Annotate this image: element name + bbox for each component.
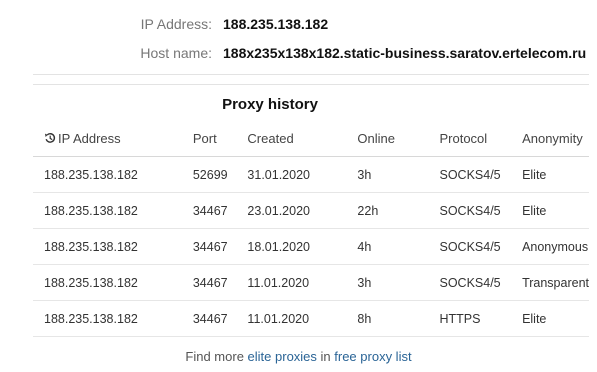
column-header-port: Port xyxy=(192,121,248,157)
column-header-ip-label: IP Address xyxy=(58,131,121,146)
column-header-ip[interactable]: IP Address xyxy=(33,121,193,157)
proxy-history-table: IP Address Port Created Online Protocol … xyxy=(33,121,589,337)
cell-ip: 188.235.138.182 xyxy=(33,300,193,337)
cell-port: 34467 xyxy=(192,300,248,337)
column-header-created: Created xyxy=(247,121,358,157)
table-row: 188.235.138.182 34467 11.01.2020 3h SOCK… xyxy=(33,264,589,301)
cell-port: 34467 xyxy=(192,192,248,229)
cell-protocol: SOCKS4/5 xyxy=(439,156,523,193)
cell-anonymity: Elite xyxy=(522,192,589,229)
cell-ip: 188.235.138.182 xyxy=(33,156,193,193)
cell-created: 11.01.2020 xyxy=(247,264,358,301)
cell-anonymity: Elite xyxy=(522,156,589,193)
free-proxy-list-link[interactable]: free proxy list xyxy=(334,349,411,364)
cell-ip: 188.235.138.182 xyxy=(33,264,193,301)
table-header-row: IP Address Port Created Online Protocol … xyxy=(33,121,589,157)
divider-top xyxy=(33,74,589,75)
cell-anonymity: Transparent xyxy=(522,264,589,301)
cell-protocol: SOCKS4/5 xyxy=(439,228,523,265)
history-icon xyxy=(45,133,56,143)
divider-bottom xyxy=(33,84,589,85)
cell-port: 52699 xyxy=(192,156,248,193)
cell-protocol: HTTPS xyxy=(439,300,523,337)
table-row: 188.235.138.182 52699 31.01.2020 3h SOCK… xyxy=(33,156,589,193)
elite-proxies-link[interactable]: elite proxies xyxy=(248,349,317,364)
cell-online: 3h xyxy=(357,264,440,301)
cell-port: 34467 xyxy=(192,264,248,301)
ip-address-value: 188.235.138.182 xyxy=(223,16,329,32)
cell-online: 8h xyxy=(357,300,440,337)
column-header-anonymity: Anonymity xyxy=(522,121,589,157)
cell-created: 23.01.2020 xyxy=(247,192,358,229)
cell-protocol: SOCKS4/5 xyxy=(439,192,523,229)
table-row: 188.235.138.182 34467 23.01.2020 22h SOC… xyxy=(33,192,589,229)
host-name-value: 188x235x138x182.static-business.saratov.… xyxy=(223,45,587,61)
footer-text: Find more elite proxies in free proxy li… xyxy=(0,349,597,364)
cell-ip: 188.235.138.182 xyxy=(33,228,193,265)
proxy-history-title: Proxy history xyxy=(222,96,318,113)
cell-created: 11.01.2020 xyxy=(247,300,358,337)
ip-address-row: IP Address: 188.235.138.182 xyxy=(0,16,597,36)
table-row: 188.235.138.182 34467 11.01.2020 8h HTTP… xyxy=(33,300,589,337)
column-header-protocol: Protocol xyxy=(439,121,523,157)
cell-created: 18.01.2020 xyxy=(247,228,358,265)
host-name-row: Host name: 188x235x138x182.static-busine… xyxy=(0,45,597,65)
ip-address-label: IP Address: xyxy=(140,16,212,32)
cell-online: 22h xyxy=(357,192,440,229)
cell-ip: 188.235.138.182 xyxy=(33,192,193,229)
cell-online: 4h xyxy=(357,228,440,265)
cell-anonymity: Anonymous xyxy=(522,228,589,265)
cell-created: 31.01.2020 xyxy=(247,156,358,193)
footer-prefix: Find more xyxy=(185,349,248,364)
footer-middle: in xyxy=(316,349,335,364)
column-header-online: Online xyxy=(357,121,440,157)
cell-port: 34467 xyxy=(192,228,248,265)
cell-anonymity: Elite xyxy=(522,300,589,337)
host-name-label: Host name: xyxy=(140,45,212,61)
table-row: 188.235.138.182 34467 18.01.2020 4h SOCK… xyxy=(33,228,589,265)
cell-online: 3h xyxy=(357,156,440,193)
cell-protocol: SOCKS4/5 xyxy=(439,264,523,301)
